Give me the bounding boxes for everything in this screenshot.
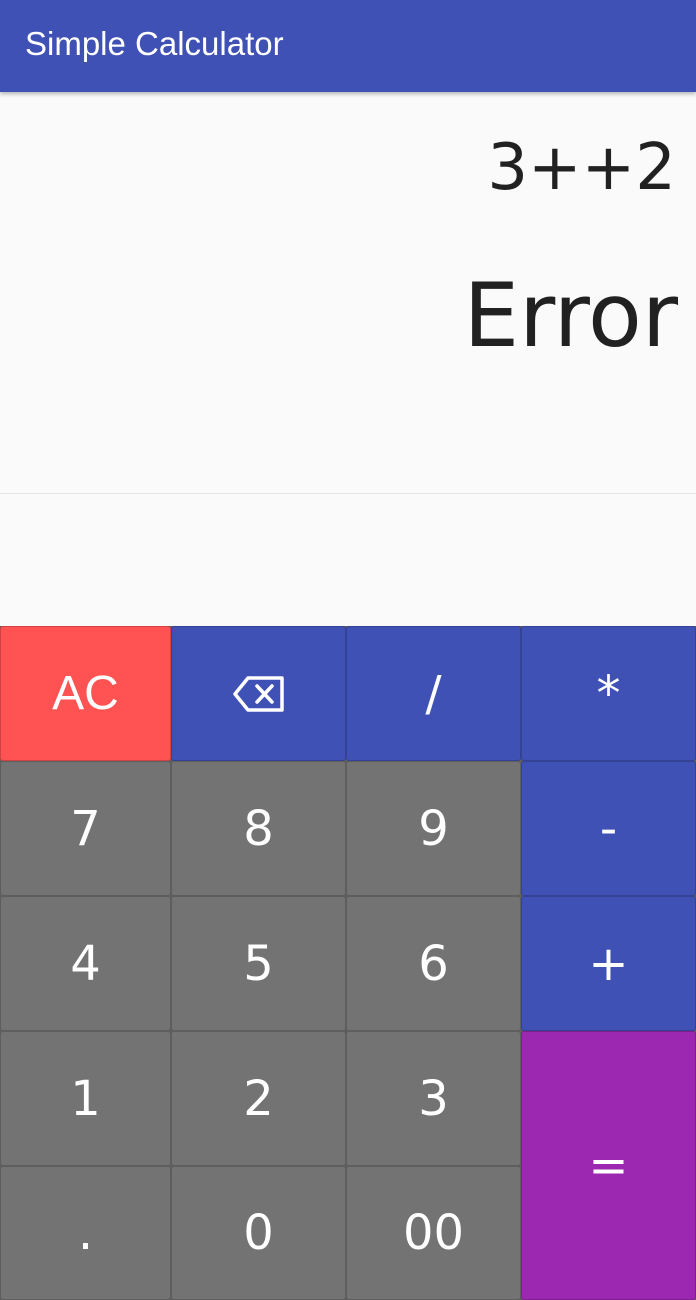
digit-9-button[interactable]: 9: [346, 761, 521, 896]
digit-0-button[interactable]: 0: [171, 1166, 346, 1300]
digit-8-button[interactable]: 8: [171, 761, 346, 896]
calculator-display: 3++2 Error: [0, 92, 696, 494]
app-title: Simple Calculator: [25, 25, 284, 62]
backspace-icon: [232, 674, 286, 714]
digit-3-button[interactable]: 3: [346, 1031, 521, 1166]
backspace-button[interactable]: [171, 626, 346, 761]
minus-button[interactable]: -: [521, 761, 696, 896]
digit-4-button[interactable]: 4: [0, 896, 171, 1031]
clear-button[interactable]: AC: [0, 626, 171, 761]
digit-6-button[interactable]: 6: [346, 896, 521, 1031]
expression-text: 3++2: [487, 131, 676, 205]
digit-2-button[interactable]: 2: [171, 1031, 346, 1166]
plus-button[interactable]: +: [521, 896, 696, 1031]
divide-button[interactable]: /: [346, 626, 521, 761]
digit-1-button[interactable]: 1: [0, 1031, 171, 1166]
double-zero-button[interactable]: 00: [346, 1166, 521, 1300]
equals-button[interactable]: =: [521, 1031, 696, 1300]
multiply-button[interactable]: *: [521, 626, 696, 761]
result-text: Error: [463, 264, 679, 367]
digit-5-button[interactable]: 5: [171, 896, 346, 1031]
keypad: AC / * 7 8 9 - 4 5 6 + 1 2 3 = . 0 00: [0, 626, 696, 1300]
digit-7-button[interactable]: 7: [0, 761, 171, 896]
app-bar: Simple Calculator: [0, 0, 696, 92]
decimal-point-button[interactable]: .: [0, 1166, 171, 1300]
display-spacer: [0, 494, 696, 626]
